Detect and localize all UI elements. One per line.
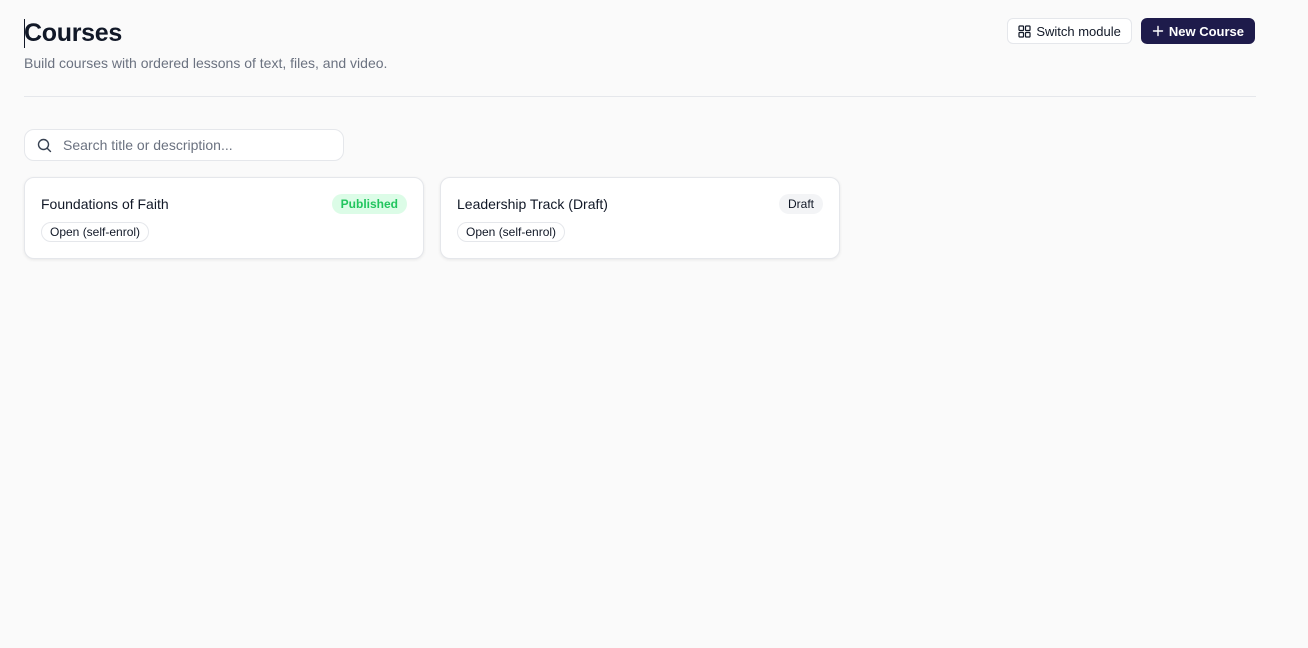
text-cursor [24,19,25,48]
enrolment-badge: Open (self-enrol) [41,222,150,242]
status-badge: Draft [778,194,823,214]
search-icon [37,138,52,153]
course-title: Leadership Track (Draft) [457,196,608,212]
grid-icon [1018,24,1031,38]
new-course-button[interactable]: New Course [1140,18,1255,44]
switch-module-label: Switch module [1036,23,1121,39]
course-list: Foundations of Faith Published Open (sel… [24,177,840,259]
switch-module-button[interactable]: Switch module [1007,18,1132,44]
status-badge: Published [331,194,407,214]
course-card[interactable]: Leadership Track (Draft) Draft Open (sel… [440,177,840,259]
page-header: Courses Build courses with ordered lesso… [24,18,1256,72]
header-divider [24,96,1256,97]
plus-icon [1152,25,1164,37]
course-title: Foundations of Faith [41,196,169,212]
new-course-label: New Course [1168,23,1244,39]
search-box[interactable] [24,129,344,161]
header-actions: Switch module New Course [1007,18,1255,44]
enrolment-badge: Open (self-enrol) [457,222,566,242]
course-card[interactable]: Foundations of Faith Published Open (sel… [24,177,424,259]
search-input[interactable] [61,136,325,154]
page-subtitle: Build courses with ordered lessons of te… [24,55,388,71]
